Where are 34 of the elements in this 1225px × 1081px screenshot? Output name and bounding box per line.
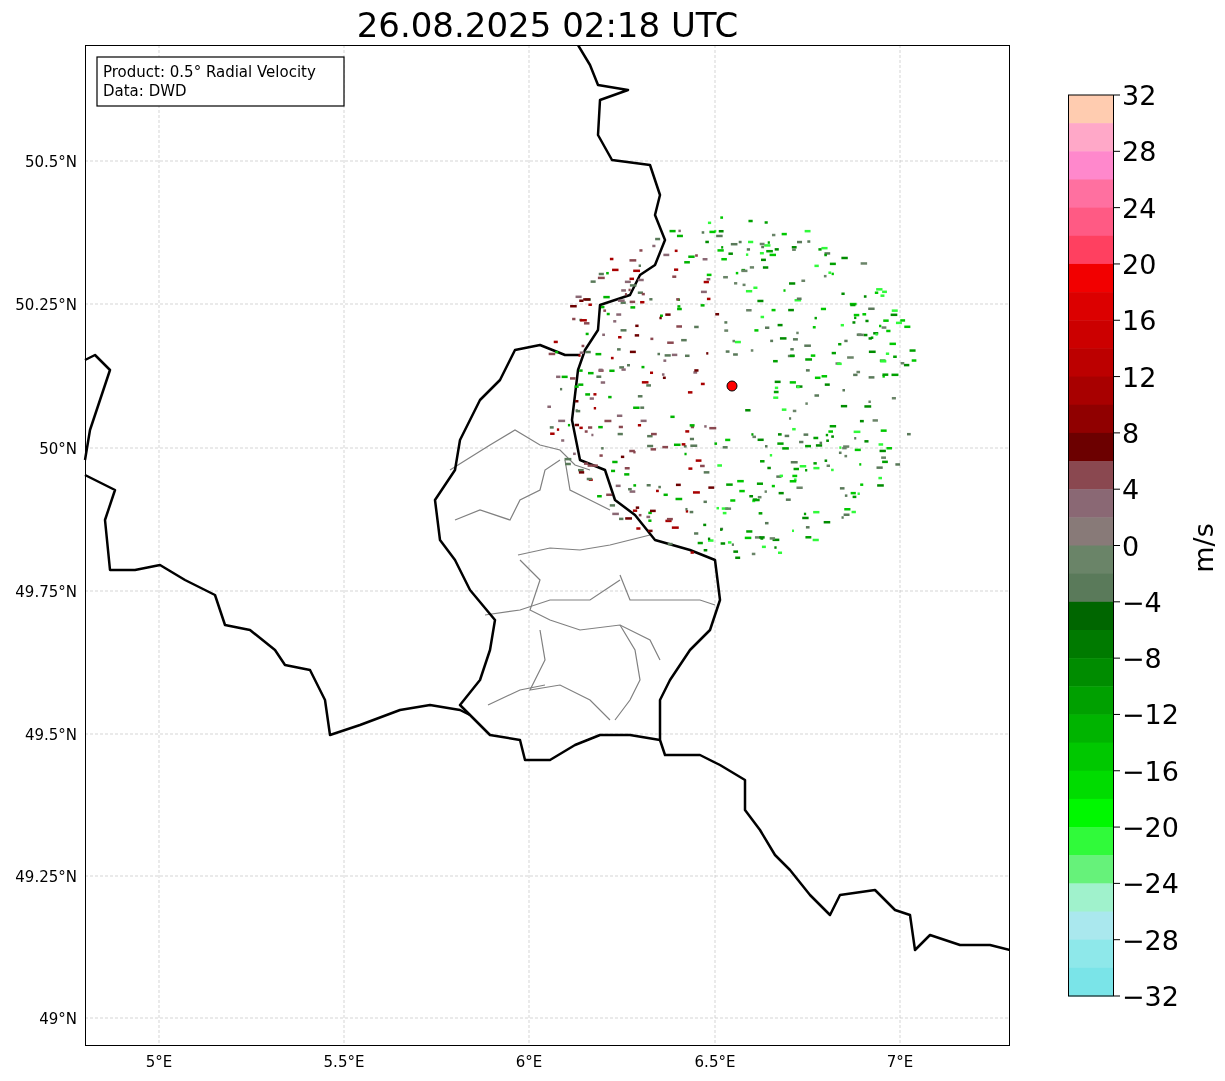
colorbar-tick-label: −32	[1122, 981, 1179, 1012]
y-tick-label: 50.5°N	[24, 153, 77, 171]
y-tick-label: 49.75°N	[15, 583, 77, 601]
colorbar-tick-label: 16	[1122, 305, 1157, 337]
colorbar-tick-label: 20	[1122, 248, 1157, 280]
x-tick-label: 5°E	[145, 1053, 173, 1071]
x-tick-label: 7°E	[886, 1053, 914, 1071]
annotation-text: Data: DWD	[103, 82, 187, 100]
annotation-text: Product: 0.5° Radial Velocity	[103, 63, 316, 81]
radar-site-marker	[726, 380, 738, 392]
y-tick-label: 50°N	[39, 440, 77, 458]
colorbar-tick-label: 0	[1122, 530, 1140, 562]
colorbar-tick-label: 32	[1122, 80, 1157, 111]
colorbar-tick-label: 12	[1122, 361, 1157, 393]
x-tick-label: 5.5°E	[323, 1053, 365, 1071]
plot-title: 26.08.2025 02:18 UTC	[356, 4, 739, 45]
colorbar-tick-label: −12	[1122, 699, 1179, 731]
x-tick-label: 6.5°E	[694, 1053, 736, 1071]
colorbar-tick-label: −8	[1122, 643, 1162, 675]
colorbar-tick-label: −20	[1122, 812, 1179, 844]
colorbar-tick-label: −28	[1122, 924, 1179, 956]
colorbar-tick-label: −16	[1122, 755, 1179, 787]
colorbar-tick-label: −4	[1122, 586, 1162, 618]
colorbar-label: m/s	[1188, 523, 1219, 573]
x-tick-label: 6°E	[515, 1053, 543, 1071]
colorbar-tick-label: 28	[1122, 136, 1157, 168]
colorbar-tick-label: 8	[1122, 417, 1140, 449]
y-tick-label: 49.25°N	[15, 868, 77, 886]
colorbar-tick-label: −24	[1122, 868, 1179, 900]
colorbar-tick-label: 24	[1122, 192, 1157, 224]
y-tick-label: 50.25°N	[15, 296, 77, 314]
y-tick-label: 49°N	[39, 1010, 77, 1028]
y-tick-label: 49.5°N	[24, 726, 77, 744]
colorbar-tick-label: 4	[1122, 474, 1140, 506]
